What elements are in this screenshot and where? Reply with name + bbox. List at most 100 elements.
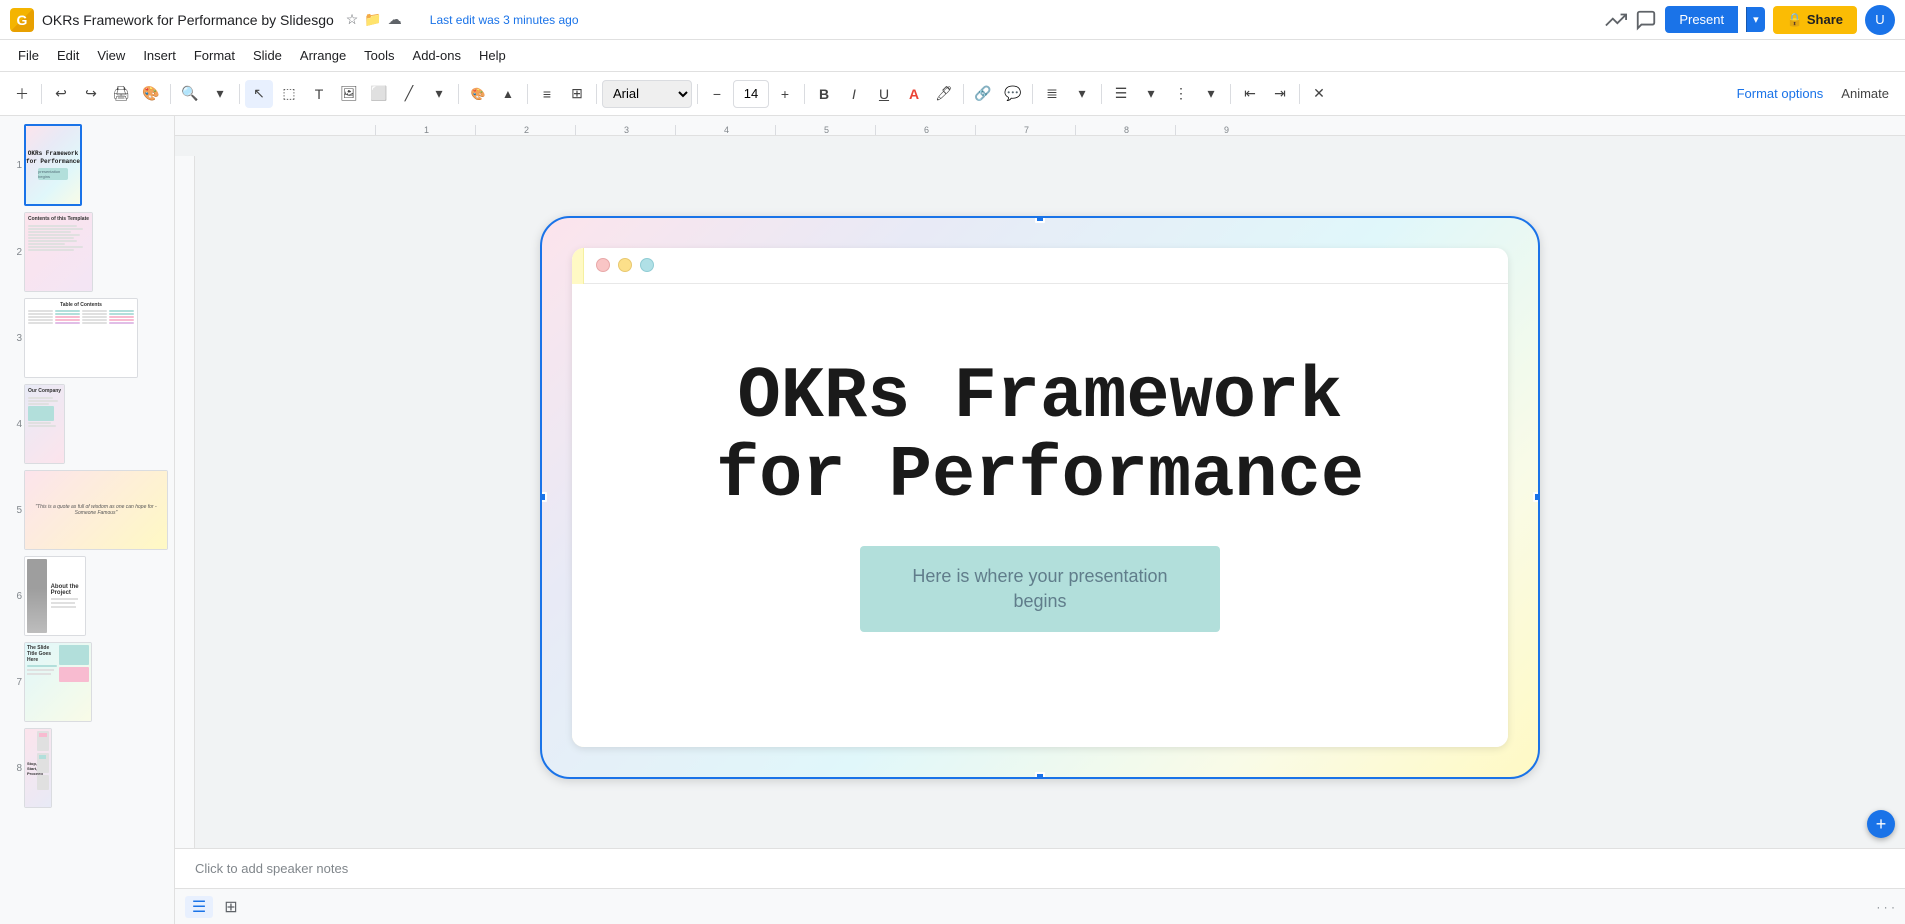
handle-bottom-right[interactable]	[1533, 772, 1540, 779]
comment-icon[interactable]	[1635, 9, 1657, 31]
bg-color-button[interactable]: 🎨	[464, 80, 492, 108]
slide8-title: Stop,Start,Proceed	[27, 761, 35, 776]
present-dropdown-button[interactable]: ▾	[1746, 7, 1765, 32]
handle-mid-left[interactable]	[540, 492, 547, 502]
folder-icon[interactable]: 📁	[364, 11, 381, 28]
handle-top-left[interactable]	[540, 216, 547, 223]
divider-13	[1299, 84, 1300, 104]
border-color-button[interactable]: ▲	[494, 80, 522, 108]
canvas-area: 1 2 3 4 5 6 7 8 9	[175, 116, 1905, 924]
slide-num-5: 5	[6, 505, 22, 516]
divider-7	[697, 84, 698, 104]
menu-tools[interactable]: Tools	[356, 44, 402, 67]
slide-row-1: 1 OKRs Frameworkfor Performance presenta…	[6, 124, 168, 206]
slide-thumbnail-4[interactable]: Our Company	[24, 384, 65, 464]
menu-file[interactable]: File	[10, 44, 47, 67]
dot-yellow	[618, 258, 632, 272]
menu-bar: File Edit View Insert Format Slide Arran…	[0, 40, 1905, 72]
format-options-button[interactable]: Format options	[1729, 82, 1832, 105]
subtitle-box[interactable]: Here is where your presentation begins	[860, 546, 1220, 632]
align-button-2[interactable]: ⊞	[563, 80, 591, 108]
font-family-select[interactable]: Arial	[602, 80, 692, 108]
text-button[interactable]: T	[305, 80, 333, 108]
slide-thumbnail-8[interactable]: Stop,Start,Proceed	[24, 728, 52, 808]
browser-topbar	[572, 248, 1508, 284]
menu-edit[interactable]: Edit	[49, 44, 87, 67]
unordered-list-button[interactable]: ⋮	[1167, 80, 1195, 108]
ordered-list-button[interactable]: ☰	[1107, 80, 1135, 108]
font-color-button[interactable]: A	[900, 80, 928, 108]
slide-thumbnail-6[interactable]: About the Project	[24, 556, 86, 636]
outdent-button[interactable]: ⇤	[1236, 80, 1264, 108]
notes-area[interactable]: Click to add speaker notes	[175, 848, 1905, 888]
slide-thumbnail-2[interactable]: Contents of this Template	[24, 212, 93, 292]
comment-button[interactable]: 💬	[999, 80, 1027, 108]
highlight-button[interactable]: 🖊	[930, 80, 958, 108]
line-button[interactable]: ╱	[395, 80, 423, 108]
shape-button[interactable]: ⬜	[365, 80, 393, 108]
cloud-icon[interactable]: ☁	[388, 11, 402, 28]
undo-button[interactable]: ↩	[47, 80, 75, 108]
menu-addons[interactable]: Add-ons	[405, 44, 469, 67]
slide7-title: The Slide Title Goes Here	[27, 645, 57, 663]
cursor-button[interactable]: ↖	[245, 80, 273, 108]
font-size-input[interactable]	[733, 80, 769, 108]
animate-button[interactable]: Animate	[1833, 82, 1897, 105]
menu-insert[interactable]: Insert	[135, 44, 184, 67]
handle-top-right[interactable]	[1533, 216, 1540, 223]
browser-body: OKRs Framework for Performance Here is w…	[572, 284, 1508, 747]
zoom-dropdown[interactable]: ▾	[206, 80, 234, 108]
clear-format-button[interactable]: ✕	[1305, 80, 1333, 108]
slide-canvas-wrap: OKRs Framework for Performance Here is w…	[175, 136, 1905, 848]
slide-thumbnail-7[interactable]: The Slide Title Goes Here	[24, 642, 92, 722]
align-dropdown[interactable]: ▾	[1068, 80, 1096, 108]
ordered-list-dropdown[interactable]: ▾	[1137, 80, 1165, 108]
dot-green	[640, 258, 654, 272]
paint-format-button[interactable]: 🎨	[137, 80, 165, 108]
redo-button[interactable]: ↪	[77, 80, 105, 108]
slide-thumbnail-3[interactable]: Table of Contents	[24, 298, 138, 378]
underline-button[interactable]: U	[870, 80, 898, 108]
menu-format[interactable]: Format	[186, 44, 243, 67]
menu-arrange[interactable]: Arrange	[292, 44, 354, 67]
handle-top-center[interactable]	[1035, 216, 1045, 223]
star-icon[interactable]: ☆	[346, 11, 359, 28]
last-edit[interactable]: Last edit was 3 minutes ago	[430, 13, 579, 27]
font-size-decrease-button[interactable]: −	[703, 80, 731, 108]
menu-help[interactable]: Help	[471, 44, 514, 67]
font-size-increase-button[interactable]: +	[771, 80, 799, 108]
select-box-button[interactable]: ⬚	[275, 80, 303, 108]
menu-slide[interactable]: Slide	[245, 44, 290, 67]
slide-thumbnail-5[interactable]: "This is a quote as full of wisdom as on…	[24, 470, 168, 550]
menu-view[interactable]: View	[89, 44, 133, 67]
ruler-left	[175, 156, 195, 848]
link-button[interactable]: 🔗	[969, 80, 997, 108]
share-button[interactable]: 🔒 Share	[1773, 6, 1857, 34]
toolbar: ＋ ↩ ↪ 🖨 🎨 🔍 ▾ ↖ ⬚ T 🖼 ⬜ ╱ ▾ 🎨 ▲ ≡ ⊞ Aria…	[0, 72, 1905, 116]
print-button[interactable]: 🖨	[107, 80, 135, 108]
slide-thumbnail-1[interactable]: OKRs Frameworkfor Performance presentati…	[24, 124, 82, 206]
bold-button[interactable]: B	[810, 80, 838, 108]
line-dropdown[interactable]: ▾	[425, 80, 453, 108]
handle-bottom-left[interactable]	[540, 772, 547, 779]
analytics-icon[interactable]	[1605, 9, 1627, 31]
italic-button[interactable]: I	[840, 80, 868, 108]
unordered-list-dropdown[interactable]: ▾	[1197, 80, 1225, 108]
main-area: 1 OKRs Frameworkfor Performance presenta…	[0, 116, 1905, 924]
image-button[interactable]: 🖼	[335, 80, 363, 108]
present-button[interactable]: Present	[1665, 6, 1738, 33]
divider-6	[596, 84, 597, 104]
slide1-thumb-sub: presentation begins	[38, 168, 68, 180]
grid-view-button[interactable]: ⊞	[217, 896, 245, 918]
indent-button[interactable]: ⇥	[1266, 80, 1294, 108]
align-left-button[interactable]: ≣	[1038, 80, 1066, 108]
add-button[interactable]: ＋	[8, 80, 36, 108]
handle-bottom-center[interactable]	[1035, 772, 1045, 779]
handle-mid-right[interactable]	[1533, 492, 1540, 502]
zoom-out-button[interactable]: 🔍	[176, 80, 204, 108]
align-center-button[interactable]: ≡	[533, 80, 561, 108]
slide-main[interactable]: OKRs Framework for Performance Here is w…	[540, 216, 1540, 779]
slide-row-7: 7 The Slide Title Goes Here	[6, 642, 168, 722]
insert-icon[interactable]: +	[1867, 810, 1895, 838]
list-view-button[interactable]: ☰	[185, 896, 213, 918]
